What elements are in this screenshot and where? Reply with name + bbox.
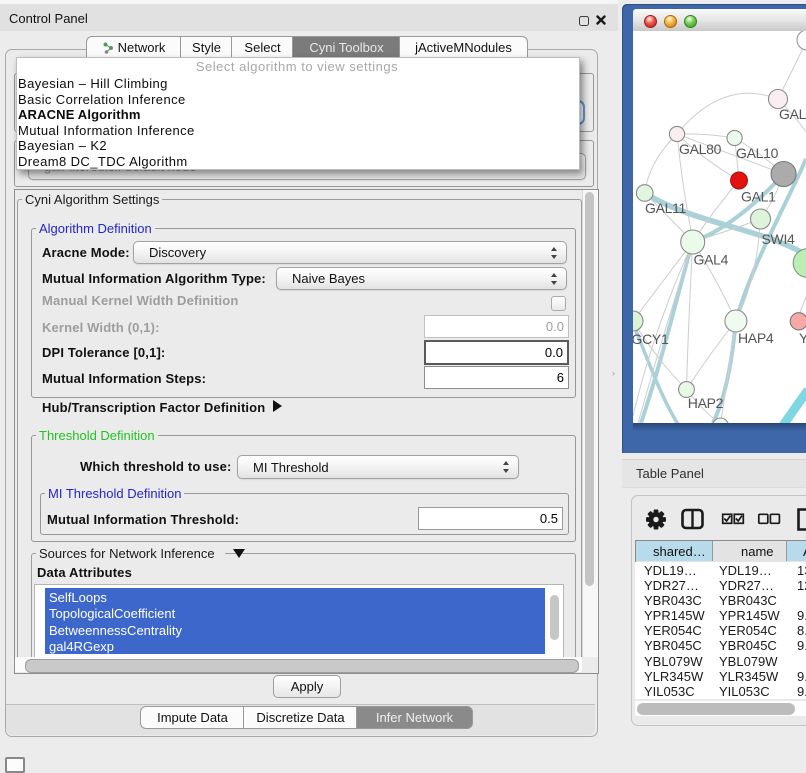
svg-text:GAL10: GAL10 <box>736 145 779 161</box>
svg-text:GAL80: GAL80 <box>679 141 722 157</box>
svg-text:GAL11: GAL11 <box>645 200 687 216</box>
svg-text:SWI4: SWI4 <box>762 231 796 247</box>
svg-text:GAL4: GAL4 <box>694 252 729 268</box>
svg-text:GAL7: GAL7 <box>779 106 806 122</box>
svg-text:Y: Y <box>799 330 806 346</box>
svg-text:HAP2: HAP2 <box>688 395 724 411</box>
svg-text:GCY1: GCY1 <box>633 331 669 347</box>
svg-text:GAL1: GAL1 <box>741 189 776 205</box>
svg-text:HAP4: HAP4 <box>738 330 774 346</box>
